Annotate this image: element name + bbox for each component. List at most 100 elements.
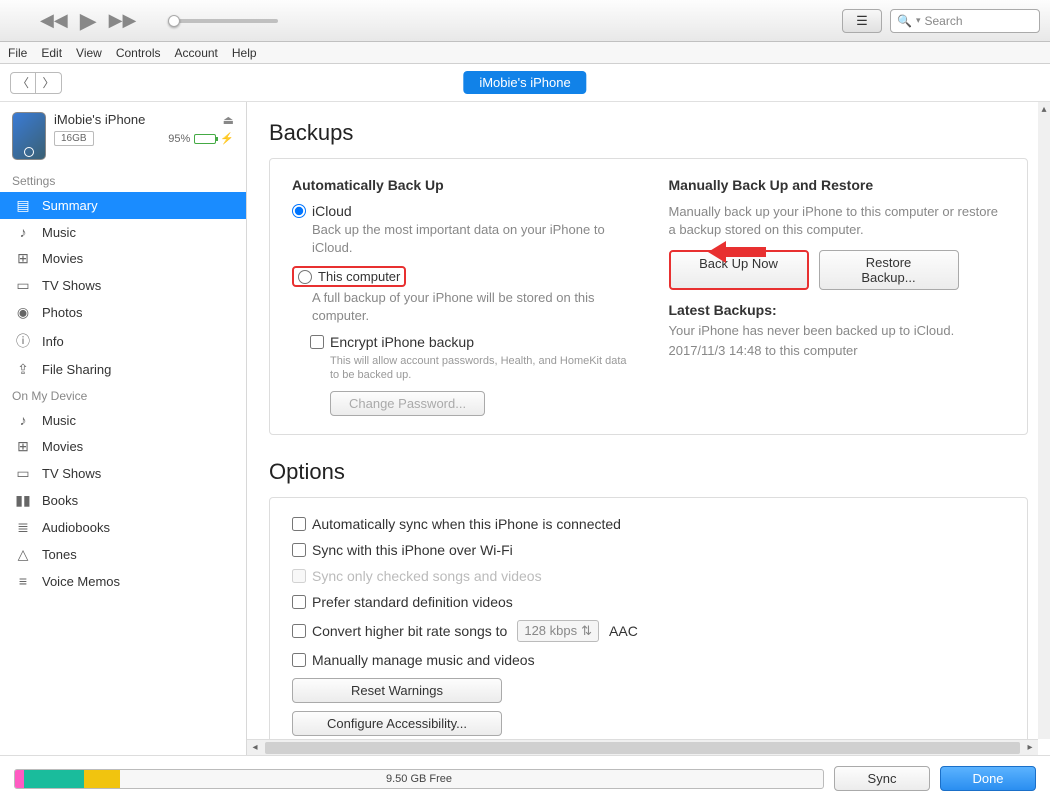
sidebar-device-voice-memos[interactable]: ≡Voice Memos xyxy=(0,568,246,594)
play-icon[interactable]: ▶ xyxy=(80,8,97,34)
battery-icon xyxy=(194,134,216,144)
sidebar-device-music[interactable]: ♪Music xyxy=(0,407,246,433)
device-thumbnail-icon xyxy=(12,112,46,160)
sidebar-device-label: On My Device xyxy=(0,383,246,407)
storage-free-label: 9.50 GB Free xyxy=(386,773,452,785)
list-icon: ☰ xyxy=(856,13,868,29)
volume-slider[interactable] xyxy=(168,19,278,23)
auto-sync-row[interactable]: Automatically sync when this iPhone is c… xyxy=(292,516,1005,532)
wifi-sync-row[interactable]: Sync with this iPhone over Wi-Fi xyxy=(292,542,1005,558)
icloud-radio-row[interactable]: iCloud xyxy=(292,203,629,219)
annotation-arrow-icon xyxy=(708,237,768,267)
sidebar-item-label: Voice Memos xyxy=(42,574,120,589)
done-button[interactable]: Done xyxy=(940,766,1036,791)
encrypt-check-row[interactable]: Encrypt iPhone backup xyxy=(310,334,629,350)
icloud-radio[interactable] xyxy=(292,204,306,218)
manual-backup-heading: Manually Back Up and Restore xyxy=(669,177,1006,193)
sidebar-item-label: Photos xyxy=(42,305,82,320)
menu-view[interactable]: View xyxy=(76,46,102,60)
search-icon: 🔍 xyxy=(897,14,912,28)
sd-videos-row[interactable]: Prefer standard definition videos xyxy=(292,594,1005,610)
sd-videos-checkbox[interactable] xyxy=(292,595,306,609)
movies-icon: ⊞ xyxy=(14,438,32,455)
search-placeholder: Search xyxy=(924,14,962,28)
sidebar-item-label: TV Shows xyxy=(42,466,101,481)
sidebar-device-tones[interactable]: △Tones xyxy=(0,541,246,568)
sidebar-device-audiobooks[interactable]: ≣ Audiobooks xyxy=(0,514,246,541)
encrypt-checkbox[interactable] xyxy=(310,335,324,349)
reset-warnings-button[interactable]: Reset Warnings xyxy=(292,678,502,703)
sidebar-settings-movies[interactable]: ⊞Movies xyxy=(0,245,246,272)
capacity-badge: 16GB xyxy=(54,131,94,146)
bitrate-row: Convert higher bit rate songs to 128 kbp… xyxy=(292,620,1005,642)
change-password-button: Change Password... xyxy=(330,391,485,416)
content-area: Backups Automatically Back Up iCloud Bac… xyxy=(247,102,1050,755)
encrypt-desc: This will allow account passwords, Healt… xyxy=(330,354,629,383)
menu-bar: File Edit View Controls Account Help xyxy=(0,42,1050,64)
manual-manage-label: Manually manage music and videos xyxy=(312,652,535,668)
manual-manage-checkbox[interactable] xyxy=(292,653,306,667)
configure-accessibility-button[interactable]: Configure Accessibility... xyxy=(292,711,502,736)
sidebar-item-label: Music xyxy=(42,225,76,240)
sidebar-settings-photos[interactable]: ◉Photos xyxy=(0,299,246,326)
top-toolbar: ◀◀ ▶ ▶▶ ☰ 🔍▾ Search xyxy=(0,0,1050,42)
sidebar-settings-tv-shows[interactable]: ▭TV Shows xyxy=(0,272,246,299)
options-title: Options xyxy=(269,459,1028,485)
device-tab-row: 〈 〉 iMobie's iPhone xyxy=(0,64,1050,102)
sidebar-item-label: Movies xyxy=(42,251,83,266)
menu-edit[interactable]: Edit xyxy=(41,46,62,60)
options-panel: Automatically sync when this iPhone is c… xyxy=(269,497,1028,755)
next-track-icon[interactable]: ▶▶ xyxy=(109,10,137,31)
sync-button[interactable]: Sync xyxy=(834,766,930,791)
sidebar-item-label: File Sharing xyxy=(42,362,111,377)
sidebar-device-books[interactable]: ▮▮ Books xyxy=(0,487,246,514)
menu-file[interactable]: File xyxy=(8,46,27,60)
sd-videos-label: Prefer standard definition videos xyxy=(312,594,513,610)
wifi-sync-checkbox[interactable] xyxy=(292,543,306,557)
bitrate-prefix: Convert higher bit rate songs to xyxy=(312,623,507,639)
auto-sync-checkbox[interactable] xyxy=(292,517,306,531)
this-computer-label: This computer xyxy=(318,269,400,284)
this-computer-highlight: This computer xyxy=(292,266,406,287)
nav-back-button[interactable]: 〈 xyxy=(10,72,36,94)
sidebar-item-label: Audiobooks xyxy=(42,520,110,535)
sidebar-settings-info[interactable]: ⓘInfo xyxy=(0,326,246,356)
encrypt-label: Encrypt iPhone backup xyxy=(330,334,474,350)
storage-segment xyxy=(24,770,84,788)
storage-segment xyxy=(15,770,24,788)
sidebar-device-tv-shows[interactable]: ▭TV Shows xyxy=(0,460,246,487)
device-pill[interactable]: iMobie's iPhone xyxy=(463,71,586,94)
previous-track-icon[interactable]: ◀◀ xyxy=(40,10,68,31)
books-icon: ▮▮ xyxy=(14,492,32,509)
checked-only-label: Sync only checked songs and videos xyxy=(312,568,542,584)
music-icon: ♪ xyxy=(14,224,32,240)
search-input[interactable]: 🔍▾ Search xyxy=(890,9,1040,33)
storage-bar: 9.50 GB Free xyxy=(14,769,824,789)
sidebar-item-label: Books xyxy=(42,493,78,508)
sidebar-item-label: Info xyxy=(42,334,64,349)
audiobooks-icon: ≣ xyxy=(14,519,32,536)
horizontal-scrollbar[interactable]: ◂ ▸ xyxy=(247,739,1038,755)
list-view-button[interactable]: ☰ xyxy=(842,9,882,33)
storage-segment xyxy=(84,770,120,788)
this-computer-radio[interactable] xyxy=(298,270,312,284)
eject-icon[interactable]: ⏏ xyxy=(223,113,234,127)
menu-controls[interactable]: Controls xyxy=(116,46,161,60)
icloud-label: iCloud xyxy=(312,203,352,219)
restore-backup-button[interactable]: Restore Backup... xyxy=(819,250,959,290)
menu-help[interactable]: Help xyxy=(232,46,257,60)
latest-backup-line2: 2017/11/3 14:48 to this computer xyxy=(669,342,1006,360)
vertical-scrollbar[interactable]: ▴ xyxy=(1038,102,1050,739)
bitrate-checkbox[interactable] xyxy=(292,624,306,638)
sidebar-device-movies[interactable]: ⊞Movies xyxy=(0,433,246,460)
nav-forward-button[interactable]: 〉 xyxy=(36,72,62,94)
battery-percent: 95% xyxy=(168,133,190,145)
sidebar-settings-music[interactable]: ♪ Music xyxy=(0,219,246,245)
sidebar-settings-summary[interactable]: ▤Summary xyxy=(0,192,246,219)
menu-account[interactable]: Account xyxy=(175,46,218,60)
summary-icon: ▤ xyxy=(14,197,32,214)
bitrate-select[interactable]: 128 kbps ⇅ xyxy=(517,620,599,642)
sidebar-settings-file-sharing[interactable]: ⇪ File Sharing xyxy=(0,356,246,383)
file-sharing-icon: ⇪ xyxy=(14,361,32,378)
manual-manage-row[interactable]: Manually manage music and videos xyxy=(292,652,1005,668)
